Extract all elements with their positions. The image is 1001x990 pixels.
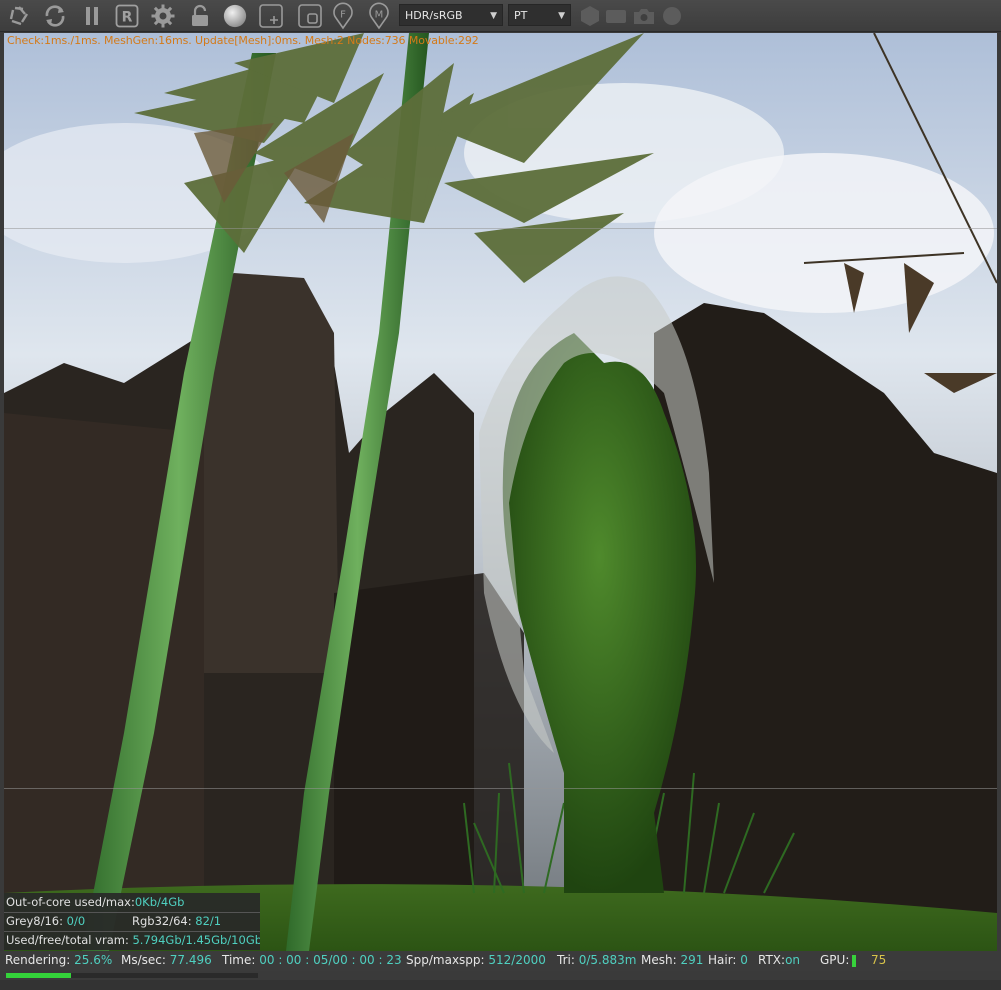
- vram-row: Used/free/total vram: 5.794Gb/1.45Gb/10G…: [6, 931, 260, 949]
- rtx-status: RTX:on: [758, 953, 800, 967]
- gpu-value: 75: [871, 953, 887, 967]
- grey-label: Grey8/16:: [6, 914, 67, 928]
- spp-status: Spp/maxspp: 512/2000: [406, 953, 546, 967]
- kernel-value: PT: [514, 9, 528, 22]
- ms-label: Ms/sec:: [121, 953, 170, 967]
- gpu-label: GPU:: [820, 953, 850, 967]
- gpu-usage-bar: [852, 955, 856, 967]
- aperture-icon[interactable]: [6, 3, 32, 29]
- gear-icon[interactable]: [150, 3, 176, 29]
- render-viewport[interactable]: Check:1ms./1ms. MeshGen:16ms. Update[Mes…: [4, 33, 997, 951]
- refresh-icon[interactable]: [42, 3, 68, 29]
- svg-text:M: M: [375, 10, 384, 21]
- time-label: Time:: [222, 953, 260, 967]
- pause-icon[interactable]: [79, 3, 105, 29]
- colorspace-select[interactable]: HDR/sRGB ▼: [399, 4, 503, 26]
- grey-row: Grey8/16: 0/0: [6, 912, 85, 930]
- hexagon-icon[interactable]: [577, 3, 603, 29]
- tri-status: Tri: 0/5.883m: [557, 953, 636, 967]
- grey-value: 0/0: [66, 914, 86, 928]
- mesh-status: Mesh: 291: [641, 953, 703, 967]
- svg-text:F: F: [340, 10, 346, 21]
- ms-value: 77.496: [169, 953, 212, 967]
- rtx-label: RTX:: [758, 953, 786, 967]
- timeline-strip[interactable]: [0, 980, 1001, 990]
- kernel-select[interactable]: PT ▼: [508, 4, 571, 26]
- mesh-value: 291: [680, 953, 704, 967]
- time-value: 00 : 00 : 05/00 : 00 : 23: [259, 953, 402, 967]
- toolbar: R F M HDR/sRGB ▼ PT ▼: [0, 0, 1001, 32]
- rtx-value: on: [785, 953, 801, 967]
- add-region-icon[interactable]: [258, 3, 284, 29]
- tri-label: Tri:: [557, 953, 579, 967]
- guide-line-bottom: [4, 788, 997, 789]
- sphere-icon[interactable]: [222, 3, 248, 29]
- colorspace-value: HDR/sRGB: [405, 9, 463, 22]
- tri-value: 0/5.883m: [578, 953, 637, 967]
- ms-status: Ms/sec: 77.496: [121, 953, 212, 967]
- r-icon[interactable]: R: [114, 3, 140, 29]
- hair-label: Hair:: [708, 953, 741, 967]
- rendering-value: 25.6%: [74, 953, 113, 967]
- render-progress-bar: [6, 973, 258, 978]
- hair-status: Hair: 0: [708, 953, 748, 967]
- chevron-down-icon: ▼: [490, 11, 497, 21]
- material-pin-icon[interactable]: M: [366, 2, 392, 30]
- render-progress-fill: [6, 973, 71, 978]
- spp-value: 512/2000: [488, 953, 546, 967]
- focus-pin-icon[interactable]: F: [330, 2, 356, 30]
- time-status: Time: 00 : 00 : 05/00 : 00 : 23: [222, 953, 402, 967]
- svg-text:R: R: [122, 10, 133, 26]
- status-bar: Rendering: 25.6% Ms/sec: 77.496 Time: 00…: [0, 951, 1001, 971]
- circle-icon[interactable]: [659, 3, 685, 29]
- out-of-core-label: Out-of-core used/max:: [6, 895, 135, 909]
- hair-value: 0: [740, 953, 748, 967]
- vram-value: 5.794Gb/1.45Gb/10Gb: [132, 933, 260, 947]
- rgb-row: Rgb32/64: 82/1: [132, 912, 221, 930]
- vram-label: Used/free/total vram:: [6, 933, 133, 947]
- out-of-core-value: 0Kb/4Gb: [134, 895, 185, 909]
- memory-info-panel: Out-of-core used/max:0Kb/4Gb Grey8/16: 0…: [4, 893, 260, 950]
- rendering-label: Rendering:: [5, 953, 75, 967]
- spp-label: Spp/maxspp:: [406, 953, 489, 967]
- mesh-label: Mesh:: [641, 953, 681, 967]
- rendering-status: Rendering: 25.6%: [5, 953, 112, 967]
- rect-icon[interactable]: [603, 3, 629, 29]
- render-stats-line: Check:1ms./1ms. MeshGen:16ms. Update[Mes…: [7, 34, 479, 47]
- rgb-label: Rgb32/64:: [132, 914, 196, 928]
- out-of-core-row: Out-of-core used/max:0Kb/4Gb: [6, 893, 184, 911]
- camera-icon[interactable]: [631, 3, 657, 29]
- guide-line-top: [4, 228, 997, 229]
- render-image: [4, 33, 997, 951]
- lock-icon[interactable]: [187, 3, 213, 29]
- rgb-value: 82/1: [195, 914, 222, 928]
- chevron-down-icon: ▼: [558, 11, 565, 21]
- region-icon[interactable]: [297, 3, 323, 29]
